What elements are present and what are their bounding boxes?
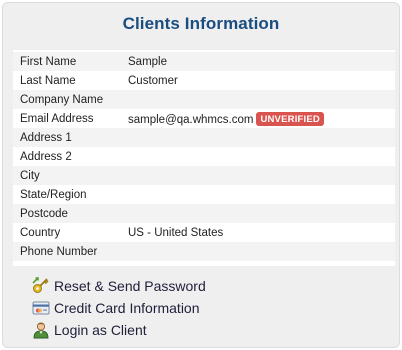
table-row-phone-number: Phone Number — [13, 242, 395, 261]
field-value — [128, 242, 395, 261]
table-row-country: Country US - United States — [13, 223, 395, 242]
table-row-state-region: State/Region — [13, 185, 395, 204]
field-label: Address 1 — [20, 131, 72, 144]
field-value: Sample — [128, 55, 167, 68]
field-value — [128, 147, 395, 166]
credit-card-information-link[interactable]: Credit Card Information — [31, 297, 206, 319]
field-label: Email Address — [20, 112, 94, 125]
table-row-company-name: Company Name — [13, 90, 395, 109]
table-row-city: City — [13, 166, 395, 185]
table-row-address-2: Address 2 — [13, 147, 395, 166]
credit-card-information-label: Credit Card Information — [54, 300, 200, 316]
field-value: Customer — [128, 74, 178, 87]
panel-title: Clients Information — [122, 14, 280, 33]
field-label: Last Name — [20, 74, 76, 87]
field-label: First Name — [20, 55, 77, 68]
table-row-address-1: Address 1 — [13, 128, 395, 147]
email-value: sample@qa.whmcs.com — [128, 113, 254, 126]
field-value — [128, 128, 395, 147]
field-value — [128, 185, 395, 204]
field-label: City — [20, 169, 40, 182]
field-label: Address 2 — [20, 150, 72, 163]
client-actions: Reset & Send Password Credit Card Inform… — [31, 275, 206, 341]
field-value: US - United States — [128, 226, 224, 239]
field-value — [128, 204, 395, 223]
unverified-badge: UNVERIFIED — [256, 111, 324, 126]
field-label: Phone Number — [20, 245, 98, 258]
reset-send-password-link[interactable]: Reset & Send Password — [31, 275, 206, 297]
login-as-client-label: Login as Client — [54, 322, 147, 338]
field-label: State/Region — [20, 188, 87, 201]
clients-information-panel: Clients Information First Name Sample La… — [2, 2, 400, 348]
table-row-postcode: Postcode — [13, 204, 395, 223]
field-label: Country — [20, 226, 61, 239]
client-info-box: First Name Sample Last Name Customer Com… — [13, 50, 395, 266]
table-row-email-address: Email Address sample@qa.whmcs.com UNVERIF… — [13, 109, 395, 128]
table-row-first-name: First Name Sample — [13, 52, 395, 71]
field-value — [128, 166, 395, 185]
credit-card-icon — [31, 299, 51, 317]
user-icon — [31, 321, 51, 339]
reset-send-password-label: Reset & Send Password — [54, 278, 206, 294]
key-icon — [31, 277, 51, 295]
field-label: Postcode — [20, 207, 68, 220]
client-info-table: First Name Sample Last Name Customer Com… — [13, 52, 395, 261]
table-row-last-name: Last Name Customer — [13, 71, 395, 90]
field-value: sample@qa.whmcs.com UNVERIFIED — [128, 109, 395, 128]
field-value — [128, 90, 395, 109]
field-label: Company Name — [20, 93, 104, 106]
login-as-client-link[interactable]: Login as Client — [31, 319, 206, 341]
